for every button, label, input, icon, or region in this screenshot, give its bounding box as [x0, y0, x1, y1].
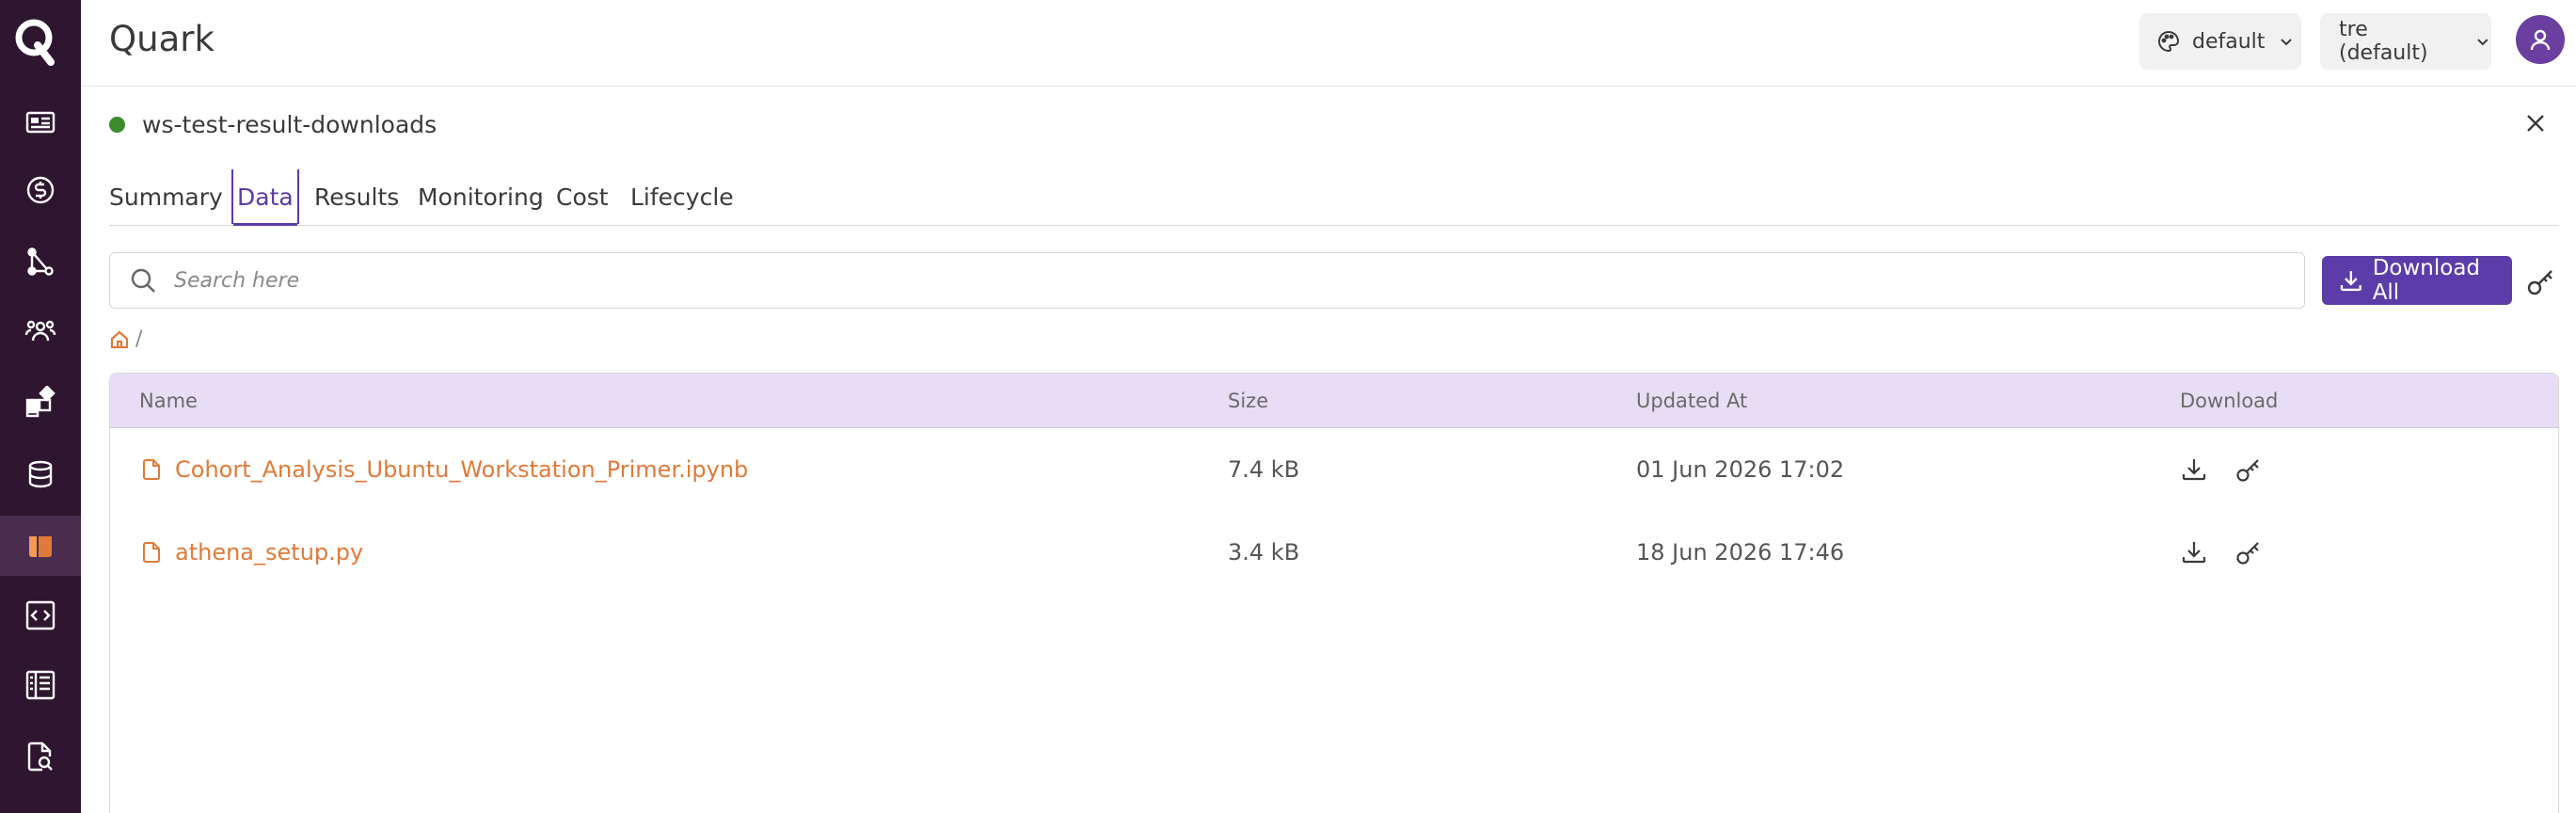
- file-table: Name Size Updated At Download Cohort_Ana…: [109, 373, 2559, 813]
- team-icon: [24, 320, 56, 342]
- environment-selector-label: tre (default): [2339, 18, 2428, 65]
- workspace-name: ws-test-result-downloads: [142, 110, 437, 138]
- download-icon[interactable]: [2180, 455, 2208, 484]
- file-name-cell: Cohort_Analysis_Ubuntu_Workstation_Prime…: [139, 428, 748, 511]
- download-actions-cell: [2180, 511, 2263, 594]
- download-all-label: Download All: [2372, 256, 2481, 305]
- tab-data[interactable]: Data: [231, 169, 299, 226]
- key-icon[interactable]: [2234, 455, 2263, 484]
- breadcrumb: /: [109, 327, 142, 351]
- file-size-cell: 7.4 kB: [1228, 456, 1300, 483]
- file-size-cell: 3.4 kB: [1228, 539, 1300, 566]
- sidebar-item-apps[interactable]: [0, 373, 81, 433]
- search-icon: [131, 268, 155, 293]
- file-search-icon: [27, 741, 53, 772]
- environment-selector[interactable]: tre (default): [2320, 13, 2491, 70]
- column-header-name[interactable]: Name: [139, 374, 198, 428]
- workspace-icon: [29, 536, 52, 557]
- chevron-down-icon: [2477, 39, 2489, 46]
- table-header: Name Size Updated At Download: [110, 374, 2558, 428]
- home-icon[interactable]: [109, 329, 130, 350]
- table-row: Cohort_Analysis_Ubuntu_Workstation_Prime…: [110, 428, 2558, 511]
- sidebar-item-cost[interactable]: [0, 160, 81, 220]
- file-name-cell: athena_setup.py: [139, 511, 363, 594]
- sidebar-item-workspaces[interactable]: [0, 516, 81, 576]
- sidebar-item-team[interactable]: [0, 301, 81, 361]
- file-updated-cell: 01 Jun 2026 17:02: [1636, 456, 1845, 483]
- code-icon: [25, 600, 56, 630]
- workflow-icon: [27, 247, 54, 276]
- search-box: [109, 252, 2305, 309]
- sidebar: [0, 0, 81, 813]
- sidebar-item-data[interactable]: [0, 444, 81, 504]
- sidebar-item-notebook[interactable]: [0, 655, 81, 715]
- file-name-link[interactable]: athena_setup.py: [175, 539, 363, 566]
- column-header-download: Download: [2180, 390, 2279, 412]
- news-icon: [25, 111, 56, 134]
- sidebar-item-news[interactable]: [0, 92, 81, 152]
- tab-results[interactable]: Results: [314, 169, 399, 224]
- close-icon: [2527, 115, 2544, 132]
- theme-selector[interactable]: default: [2139, 13, 2301, 70]
- file-updated-cell: 18 Jun 2026 17:46: [1636, 539, 1845, 566]
- download-icon[interactable]: [2180, 538, 2208, 566]
- download-all-button[interactable]: Download All: [2322, 256, 2512, 305]
- key-icon[interactable]: [2234, 538, 2263, 566]
- table-row: athena_setup.py 3.4 kB 18 Jun 2026 17:46: [110, 511, 2558, 594]
- file-icon: [143, 542, 160, 563]
- quark-logo[interactable]: [13, 17, 58, 66]
- dollar-icon: [26, 176, 55, 204]
- tab-bar: Summary Data Results Monitoring Cost Lif…: [109, 169, 2559, 226]
- search-input[interactable]: [174, 268, 2244, 293]
- tab-monitoring[interactable]: Monitoring: [418, 169, 544, 224]
- notebook-icon: [25, 670, 56, 700]
- apps-icon: [25, 386, 56, 418]
- chevron-down-icon: [2281, 39, 2293, 46]
- breadcrumb-separator: /: [135, 327, 143, 351]
- app-title: Quark: [109, 19, 215, 59]
- theme-selector-label: default: [2192, 29, 2266, 54]
- download-actions-cell: [2180, 428, 2263, 511]
- workspace-header: ws-test-result-downloads: [109, 105, 437, 143]
- sidebar-item-search-files[interactable]: [0, 726, 81, 787]
- user-icon: [2530, 29, 2551, 51]
- top-bar: Quark default tre (default): [81, 0, 2576, 87]
- tab-cost[interactable]: Cost: [556, 169, 609, 224]
- file-icon: [143, 459, 160, 480]
- user-avatar[interactable]: [2516, 15, 2565, 64]
- tab-summary[interactable]: Summary: [109, 169, 223, 224]
- status-indicator: [109, 116, 125, 133]
- tab-lifecycle[interactable]: Lifecycle: [630, 169, 734, 224]
- column-header-updated-at[interactable]: Updated At: [1636, 374, 1747, 428]
- database-icon: [28, 460, 53, 488]
- column-header-size[interactable]: Size: [1228, 374, 1268, 428]
- download-icon: [2340, 271, 2361, 292]
- close-button[interactable]: [2521, 109, 2550, 137]
- palette-icon: [2158, 30, 2180, 53]
- sidebar-item-workflows[interactable]: [0, 231, 81, 292]
- file-name-link[interactable]: Cohort_Analysis_Ubuntu_Workstation_Prime…: [175, 456, 748, 483]
- sidebar-item-code[interactable]: [0, 585, 81, 646]
- key-icon[interactable]: [2525, 265, 2557, 297]
